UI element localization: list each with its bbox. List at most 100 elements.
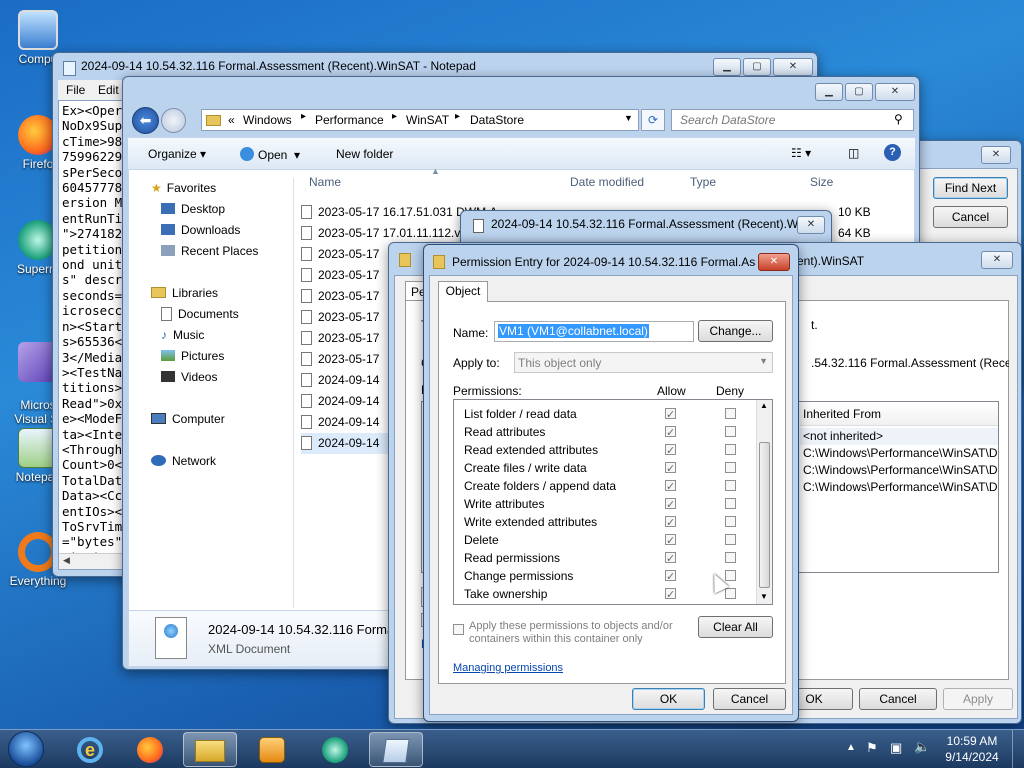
deny-checkbox[interactable]: [725, 516, 736, 527]
deny-checkbox[interactable]: [725, 462, 736, 473]
deny-checkbox[interactable]: [725, 498, 736, 509]
clock[interactable]: 10:59 AM 9/14/2024: [934, 733, 1010, 765]
deny-checkbox[interactable]: [725, 480, 736, 491]
menu-file[interactable]: File: [66, 83, 85, 97]
nav-music[interactable]: ♪ Music: [129, 325, 293, 346]
properties-close-button[interactable]: ✕: [797, 216, 825, 234]
find-next-button[interactable]: Find Next: [933, 177, 1008, 199]
scroll-up-icon[interactable]: ▲: [760, 401, 768, 410]
new-folder-button[interactable]: New folder: [336, 147, 393, 161]
find-cancel-button[interactable]: Cancel: [933, 206, 1008, 228]
deny-checkbox[interactable]: [725, 552, 736, 563]
taskbar-supermium[interactable]: [308, 732, 362, 767]
show-desktop-button[interactable]: [1012, 730, 1024, 768]
forward-button[interactable]: [161, 108, 186, 133]
close-button[interactable]: ✕: [773, 58, 813, 76]
maximize-button[interactable]: ▢: [845, 83, 873, 101]
vertical-scrollbar[interactable]: ▲ ▼: [756, 400, 772, 604]
allow-checkbox[interactable]: [665, 496, 676, 514]
allow-checkbox[interactable]: [665, 478, 676, 496]
nav-desktop[interactable]: Desktop: [129, 199, 293, 220]
taskbar-internet-explorer[interactable]: e: [63, 732, 117, 767]
column-type[interactable]: Type: [690, 175, 716, 189]
nav-computer[interactable]: Computer: [129, 409, 293, 430]
deny-checkbox[interactable]: [725, 408, 736, 419]
breadcrumb-windows[interactable]: Windows: [243, 113, 292, 127]
name-field[interactable]: VM1 (VM1@collabnet.local): [494, 321, 694, 342]
network-tray-icon[interactable]: ▣: [890, 740, 902, 756]
apply-to-select[interactable]: This object only ▼: [514, 352, 773, 373]
inherited-from-cell[interactable]: C:\Windows\Performance\WinSAT\D...: [800, 462, 998, 479]
nav-videos[interactable]: Videos: [129, 367, 293, 388]
allow-checkbox[interactable]: [665, 532, 676, 550]
breadcrumb-datastore[interactable]: DataStore: [470, 113, 524, 127]
allow-checkbox[interactable]: [665, 460, 676, 478]
action-center-flag-icon[interactable]: ⚑: [866, 740, 878, 756]
find-close-button[interactable]: ✕: [981, 146, 1011, 164]
inherited-from-cell[interactable]: C:\Windows\Performance\WinSAT\D...: [800, 445, 998, 462]
cancel-button[interactable]: Cancel: [713, 688, 786, 710]
nav-libraries[interactable]: Libraries: [129, 283, 293, 304]
permissions-list[interactable]: — List folder / read dataRead attributes…: [453, 399, 773, 605]
help-icon[interactable]: ?: [884, 144, 901, 161]
close-button[interactable]: ✕: [875, 83, 915, 101]
chevron-right-icon[interactable]: ▸: [392, 111, 397, 122]
column-inherited-from[interactable]: Inherited From: [803, 407, 881, 421]
inherited-from-cell[interactable]: <not inherited>: [800, 428, 998, 445]
deny-checkbox[interactable]: [725, 570, 736, 581]
advanced-close-button[interactable]: ✕: [981, 251, 1013, 269]
deny-checkbox[interactable]: [725, 534, 736, 545]
breadcrumb-performance[interactable]: Performance: [315, 113, 384, 127]
nav-documents[interactable]: Documents: [129, 304, 293, 325]
deny-checkbox[interactable]: [725, 426, 736, 437]
open-button[interactable]: Open ▾: [240, 147, 300, 162]
inherited-from-cell[interactable]: C:\Windows\Performance\WinSAT\D...: [800, 479, 998, 496]
horizontal-scrollbar[interactable]: ◀: [59, 553, 129, 569]
chevron-down-icon[interactable]: ▼: [624, 113, 633, 123]
clear-all-button[interactable]: Clear All: [698, 616, 773, 638]
view-options-icon[interactable]: ☷ ▾: [791, 146, 811, 160]
allow-checkbox[interactable]: [665, 550, 676, 568]
volume-muted-icon[interactable]: 🔈: [914, 739, 930, 755]
refresh-button[interactable]: ⟳: [641, 109, 665, 131]
allow-checkbox[interactable]: [665, 568, 676, 586]
column-name[interactable]: Name: [309, 175, 341, 189]
advanced-apply-button[interactable]: Apply: [943, 688, 1013, 710]
allow-checkbox[interactable]: [665, 424, 676, 442]
taskbar-explorer[interactable]: [183, 732, 237, 767]
menu-edit[interactable]: Edit: [98, 83, 119, 97]
deny-checkbox[interactable]: [725, 444, 736, 455]
back-button[interactable]: ⬅: [132, 107, 159, 134]
chevron-right-icon[interactable]: ▸: [455, 111, 460, 122]
breadcrumb-winsat[interactable]: WinSAT: [406, 113, 449, 127]
nav-network[interactable]: Network: [129, 451, 293, 472]
minimize-button[interactable]: ▁: [815, 83, 843, 101]
column-size[interactable]: Size: [810, 175, 833, 189]
nav-recent-places[interactable]: Recent Places: [129, 241, 293, 262]
allow-checkbox[interactable]: [665, 442, 676, 460]
managing-permissions-link[interactable]: Managing permissions: [453, 662, 563, 674]
change-button[interactable]: Change...: [698, 320, 773, 342]
show-hidden-icons[interactable]: ▲: [846, 742, 856, 753]
column-date-modified[interactable]: Date modified: [570, 175, 644, 189]
allow-checkbox[interactable]: [665, 586, 676, 604]
address-bar[interactable]: « Windows ▸ Performance ▸ WinSAT ▸ DataS…: [201, 109, 639, 131]
organize-button[interactable]: Organize ▾: [148, 147, 206, 161]
nav-favorites[interactable]: ★ Favorites: [129, 178, 293, 199]
taskbar-media-player[interactable]: [245, 732, 299, 767]
advanced-cancel-button[interactable]: Cancel: [859, 688, 937, 710]
tab-object[interactable]: Object: [438, 281, 488, 302]
taskbar-firefox[interactable]: [123, 732, 177, 767]
allow-checkbox[interactable]: [665, 514, 676, 532]
close-button[interactable]: ✕: [758, 253, 790, 271]
nav-downloads[interactable]: Downloads: [129, 220, 293, 241]
taskbar-notepad[interactable]: [369, 732, 423, 767]
preview-pane-icon[interactable]: ◫: [848, 146, 859, 160]
apply-inherit-checkbox[interactable]: [453, 624, 464, 635]
nav-pictures[interactable]: Pictures: [129, 346, 293, 367]
scroll-down-icon[interactable]: ▼: [760, 592, 768, 601]
deny-checkbox[interactable]: [725, 588, 736, 599]
minimize-button[interactable]: ▁: [713, 58, 741, 76]
search-input[interactable]: Search DataStore ⚲: [671, 109, 914, 131]
ok-button[interactable]: OK: [632, 688, 705, 710]
